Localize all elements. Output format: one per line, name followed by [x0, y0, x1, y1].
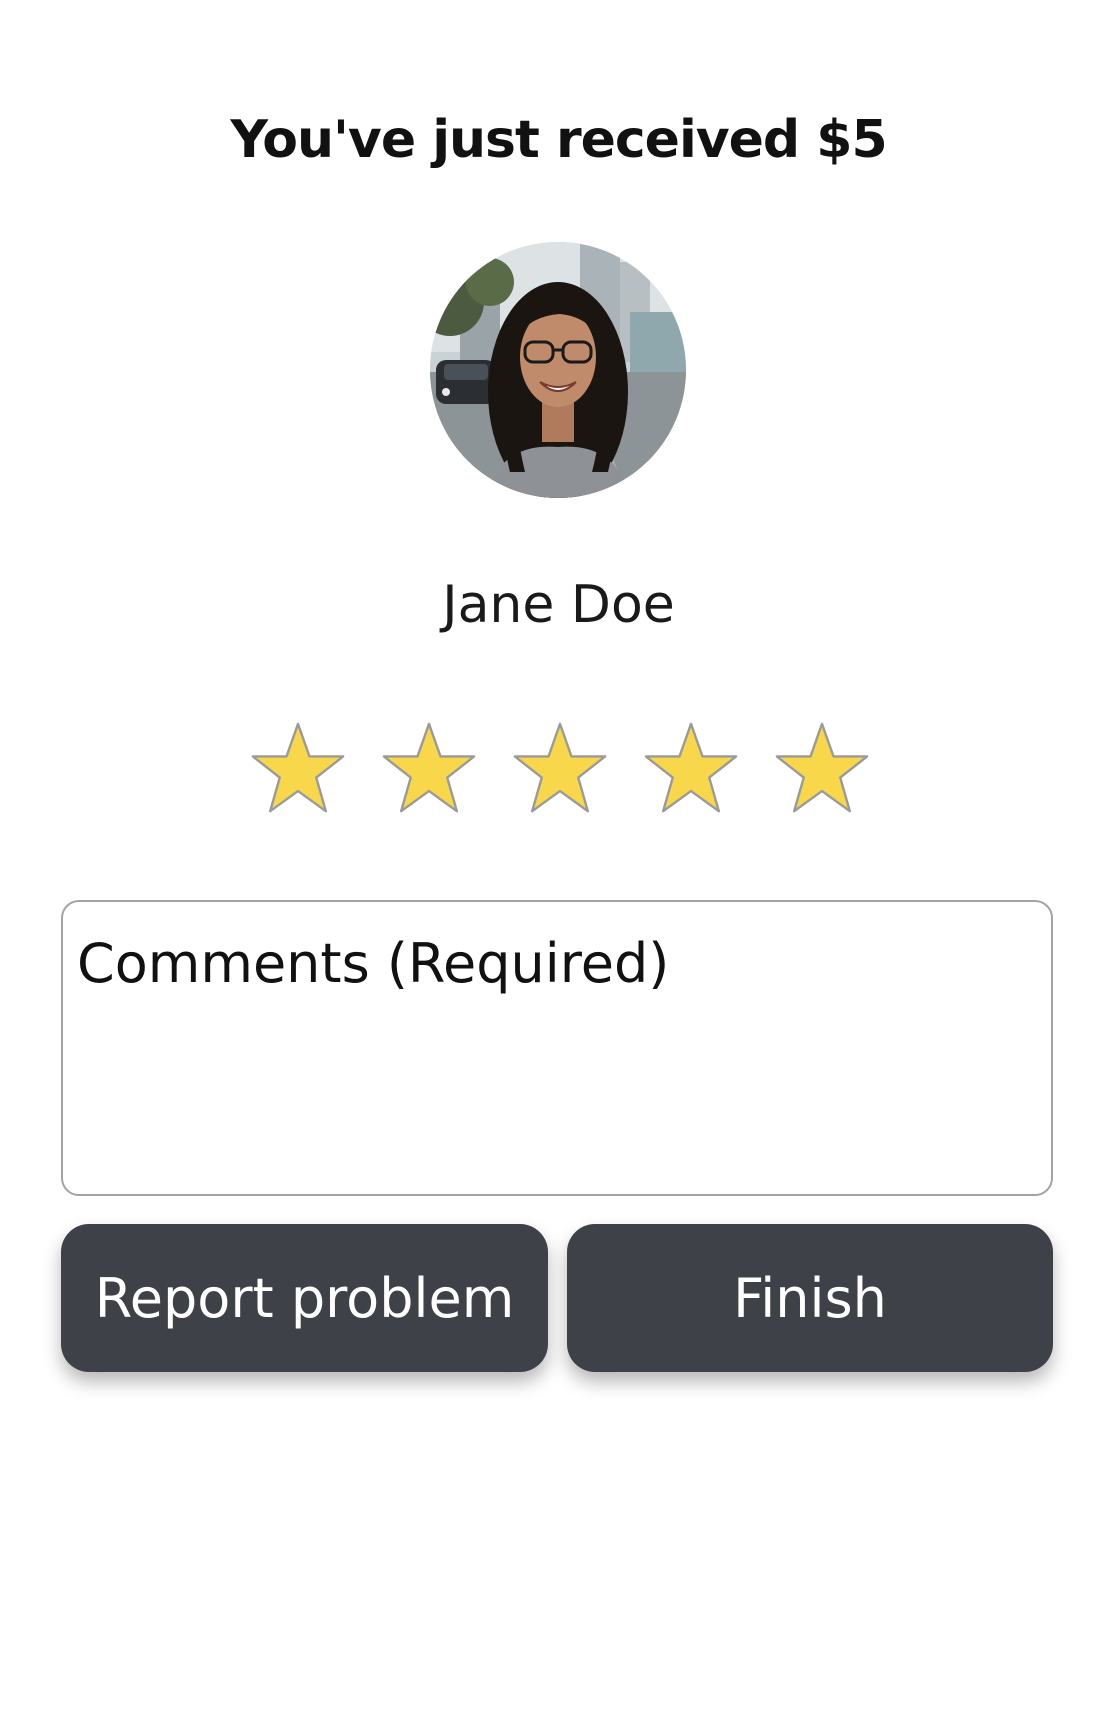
- star-icon[interactable]: [774, 720, 870, 816]
- star-icon[interactable]: [250, 720, 346, 816]
- avatar: [430, 242, 686, 498]
- tip-received-screen: You've just received $5 Jane Doe Comment…: [0, 0, 1117, 1709]
- star-rating[interactable]: [250, 720, 870, 816]
- person-photo: [430, 242, 686, 498]
- star-icon[interactable]: [381, 720, 477, 816]
- page-title: You've just received $5: [230, 110, 887, 170]
- user-name: Jane Doe: [442, 575, 675, 635]
- report-problem-button[interactable]: Report problem: [61, 1224, 548, 1372]
- star-icon[interactable]: [512, 720, 608, 816]
- comments-field[interactable]: [61, 900, 1053, 1196]
- star-icon[interactable]: [643, 720, 739, 816]
- finish-button[interactable]: Finish: [567, 1224, 1053, 1372]
